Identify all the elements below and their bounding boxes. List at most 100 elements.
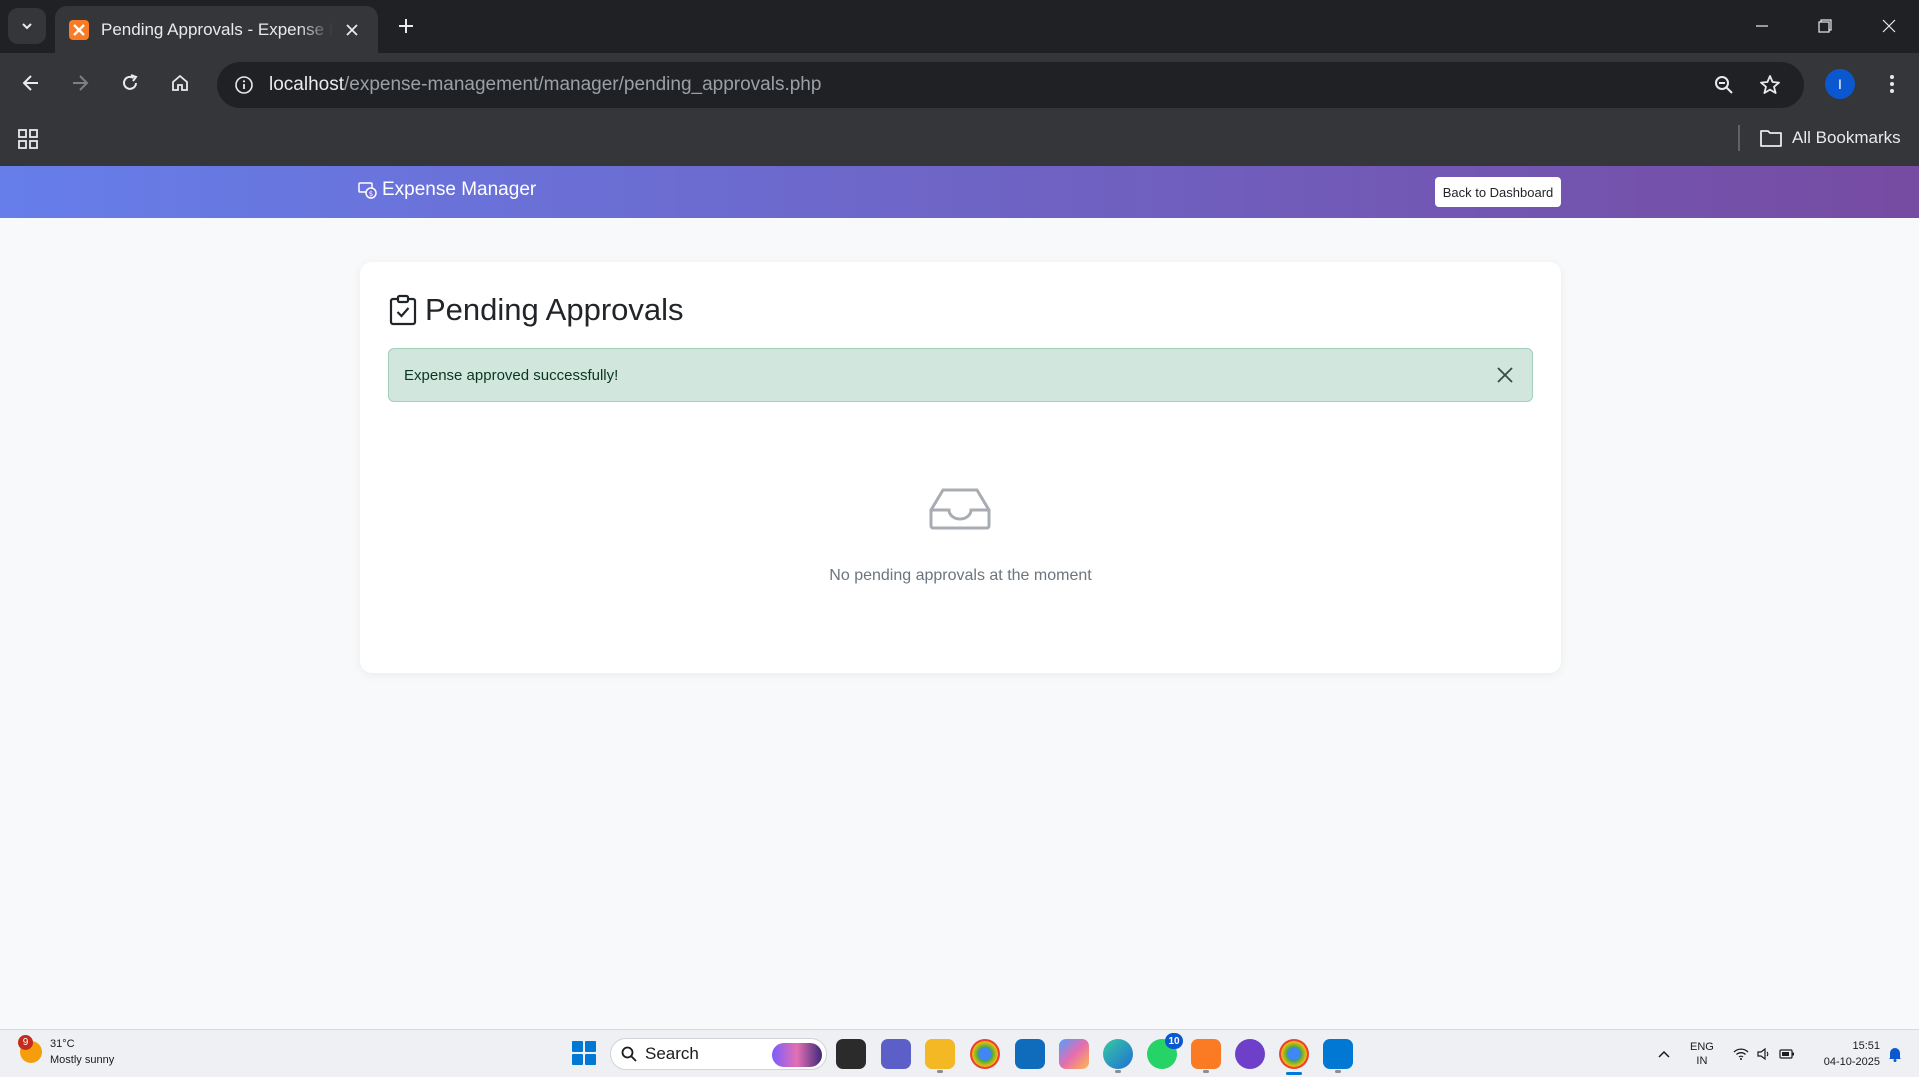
home-button[interactable]: [163, 66, 197, 100]
address-bar[interactable]: localhost/expense-management/manager/pen…: [217, 62, 1804, 108]
profile-avatar[interactable]: I: [1825, 69, 1855, 99]
close-window-button[interactable]: [1869, 10, 1909, 42]
clock-time: 15:51: [1852, 1040, 1880, 1052]
arrow-right-icon: [73, 75, 89, 91]
browser-toolbar: localhost/expense-management/manager/pen…: [0, 53, 1919, 111]
edge-icon[interactable]: [1103, 1039, 1133, 1073]
bookmark-star-icon[interactable]: [1755, 70, 1785, 100]
weather-text: 31°C Mostly sunny: [50, 1036, 114, 1068]
page-title-text: Pending Approvals: [425, 292, 684, 327]
windows-logo-tile: [572, 1041, 583, 1052]
volume-icon: [1757, 1048, 1769, 1060]
running-indicator: [937, 1070, 943, 1073]
vscode-icon[interactable]: [1323, 1039, 1353, 1073]
empty-state-message: No pending approvals at the moment: [829, 567, 1092, 584]
minimize-icon: [1756, 25, 1768, 27]
weather-widget[interactable]: 9 31°C Mostly sunny: [18, 1035, 114, 1068]
running-indicator: [1335, 1070, 1341, 1073]
notification-bell-icon[interactable]: [1888, 1030, 1902, 1077]
windows-taskbar: 9 31°C Mostly sunny Search 10 ENG IN 15:…: [0, 1029, 1919, 1077]
page-title: Pending Approvals: [389, 292, 684, 328]
more-vertical-icon: [1890, 75, 1894, 93]
chrome-profile-icon[interactable]: [1279, 1039, 1309, 1075]
minimize-button[interactable]: [1742, 10, 1782, 42]
taskbar-search-label: Search: [645, 1044, 699, 1063]
bookmark-separator: [1738, 125, 1740, 151]
start-button[interactable]: [572, 1041, 596, 1065]
whatsapp-icon[interactable]: 10: [1147, 1033, 1183, 1069]
close-icon: [1882, 19, 1896, 33]
weather-desc: Mostly sunny: [50, 1054, 115, 1066]
browser-tabbar: Pending Approvals - Expense Management: [0, 0, 1919, 53]
folder-icon[interactable]: [925, 1039, 955, 1073]
url-path: /expense-management/manager/pending_appr…: [344, 74, 822, 95]
zoom-icon[interactable]: [1709, 70, 1739, 100]
tab-close-icon[interactable]: [340, 18, 364, 42]
tab-search-button[interactable]: [8, 8, 46, 44]
back-to-dashboard-button[interactable]: Back to Dashboard: [1435, 177, 1561, 207]
weather-sun-icon: 9: [18, 1035, 42, 1063]
url-host: localhost: [269, 74, 344, 95]
weather-temp: 31°C: [50, 1038, 75, 1050]
brand-link[interactable]: $ Expense Manager: [358, 179, 536, 201]
xampp-icon[interactable]: [1191, 1039, 1221, 1073]
restore-icon: [1818, 19, 1832, 33]
plus-icon: [399, 19, 413, 33]
home-icon: [172, 74, 188, 91]
alert-message: Expense approved successfully!: [404, 366, 619, 384]
app-navbar: $ Expense Manager Back to Dashboard: [0, 166, 1919, 218]
pending-approvals-card: Pending Approvals Expense approved succe…: [360, 262, 1561, 673]
reload-icon: [123, 74, 138, 90]
system-tray-status[interactable]: [1733, 1030, 1795, 1077]
close-icon: [1497, 367, 1513, 383]
all-bookmarks-label: All Bookmarks: [1792, 128, 1901, 147]
windows-logo-tile: [585, 1041, 596, 1052]
folder-icon: [1760, 130, 1782, 147]
alert-close-button[interactable]: [1492, 362, 1518, 388]
brand-text: Expense Manager: [382, 179, 537, 200]
active-indicator: [1286, 1072, 1302, 1075]
clock-date: 04-10-2025: [1823, 1056, 1880, 1068]
forward-button[interactable]: [63, 66, 97, 100]
teams-icon[interactable]: [881, 1039, 911, 1069]
all-bookmarks-button[interactable]: All Bookmarks: [1760, 123, 1901, 153]
language-bottom: IN: [1696, 1055, 1708, 1067]
tab-title: Pending Approvals - Expense Management: [101, 19, 333, 39]
cash-coin-icon: $: [358, 182, 377, 199]
chevron-down-icon: [22, 23, 32, 30]
browser-tab-active[interactable]: Pending Approvals - Expense Management: [55, 6, 378, 53]
arrow-left-icon: [22, 75, 38, 91]
reload-button[interactable]: [113, 66, 147, 100]
language-top: ENG: [1690, 1041, 1714, 1053]
clipboard-check-icon: [389, 294, 417, 326]
xampp-favicon-icon: [69, 19, 89, 40]
wifi-icon: [1733, 1048, 1749, 1060]
new-tab-button[interactable]: [392, 12, 420, 40]
copilot-icon[interactable]: [1059, 1039, 1089, 1069]
apps-grid-icon[interactable]: [14, 125, 42, 153]
windows-logo-tile: [572, 1054, 583, 1065]
restore-button[interactable]: [1805, 10, 1845, 42]
taskbar-clock[interactable]: 15:51 04-10-2025: [1808, 1038, 1880, 1070]
battery-icon: [1779, 1049, 1794, 1059]
chrome-icon[interactable]: [970, 1039, 1000, 1069]
search-icon: [621, 1046, 637, 1062]
browser-menu-button[interactable]: [1875, 67, 1909, 101]
tray-overflow-icon[interactable]: [1658, 1030, 1670, 1077]
file-explorer-icon[interactable]: [836, 1039, 866, 1069]
search-highlight-art: [772, 1043, 822, 1067]
bookmark-bar: All Bookmarks: [0, 111, 1919, 166]
whatsapp-badge: 10: [1165, 1033, 1183, 1049]
language-indicator[interactable]: ENG IN: [1690, 1030, 1714, 1077]
inbox-icon: [929, 484, 991, 534]
running-indicator: [1203, 1070, 1209, 1073]
outlook-icon[interactable]: [1015, 1039, 1045, 1069]
site-info-icon[interactable]: [229, 70, 259, 100]
success-alert: Expense approved successfully!: [388, 348, 1533, 402]
url-text: localhost/expense-management/manager/pen…: [269, 74, 821, 96]
taskbar-search[interactable]: Search: [610, 1038, 827, 1070]
github-icon[interactable]: [1235, 1039, 1265, 1069]
back-button[interactable]: [14, 66, 48, 100]
windows-logo-tile: [585, 1054, 596, 1065]
running-indicator: [1115, 1070, 1121, 1073]
